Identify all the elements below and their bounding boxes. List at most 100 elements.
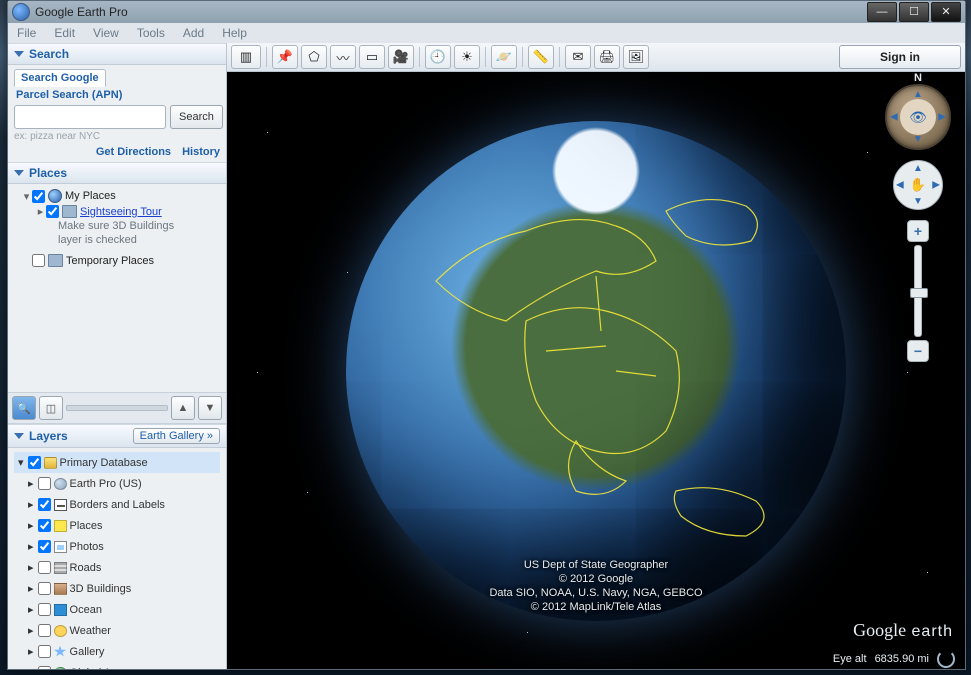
expand-icon[interactable]: ▸ xyxy=(28,624,34,637)
search-panel-header[interactable]: Search xyxy=(8,43,226,65)
title-bar[interactable]: Google Earth Pro — ☐ ✕ xyxy=(8,1,965,23)
history-link[interactable]: History xyxy=(182,146,220,158)
database-icon xyxy=(44,457,57,469)
get-directions-link[interactable]: Get Directions xyxy=(96,146,171,158)
pan-down-icon[interactable]: ▼ xyxy=(913,196,923,207)
look-up-icon[interactable]: ▲ xyxy=(913,89,923,100)
menu-edit[interactable]: Edit xyxy=(45,26,84,40)
status-bar: Eye alt 6835.90 mi xyxy=(227,649,965,669)
zoom-thumb[interactable] xyxy=(910,288,928,298)
layer-row[interactable]: ▸Borders and Labels xyxy=(14,494,220,515)
expand-icon[interactable]: ▸ xyxy=(28,498,34,511)
menu-file[interactable]: File xyxy=(8,26,45,40)
menu-tools[interactable]: Tools xyxy=(128,26,174,40)
layer-checkbox[interactable] xyxy=(38,561,51,574)
layer-primary-database[interactable]: ▾ Primary Database xyxy=(14,452,220,473)
tree-row-temporary[interactable]: Temporary Places xyxy=(14,253,220,268)
layer-row[interactable]: ▸Ocean xyxy=(14,599,220,620)
toggle-sidebar-button[interactable]: ▥ xyxy=(231,45,261,69)
layer-row[interactable]: ▸Earth Pro (US) xyxy=(14,473,220,494)
ruler-button[interactable]: 📏 xyxy=(528,45,554,69)
print-button[interactable]: 🖨 xyxy=(594,45,620,69)
layer-checkbox[interactable] xyxy=(38,645,51,658)
expand-icon[interactable]: ▾ xyxy=(22,190,31,203)
pan-control[interactable]: ▲ ▼ ◀ ▶ ✋ xyxy=(893,160,943,210)
sign-in-button[interactable]: Sign in xyxy=(839,45,961,69)
close-button[interactable]: ✕ xyxy=(931,2,961,22)
email-button[interactable]: ✉ xyxy=(565,45,591,69)
expand-icon[interactable]: ▸ xyxy=(36,205,45,218)
layer-checkbox[interactable] xyxy=(38,540,51,553)
look-right-icon[interactable]: ▶ xyxy=(938,112,946,123)
save-image-button[interactable]: 🖼 xyxy=(623,45,649,69)
layer-checkbox[interactable] xyxy=(38,498,51,511)
tab-search-google[interactable]: Search Google xyxy=(14,69,106,87)
checkbox-my-places[interactable] xyxy=(32,190,45,203)
look-down-icon[interactable]: ▼ xyxy=(913,134,923,145)
layer-row[interactable]: ▸3D Buildings xyxy=(14,578,220,599)
planet-button[interactable]: 🪐 xyxy=(491,45,517,69)
pan-left-icon[interactable]: ◀ xyxy=(896,180,904,191)
expand-icon[interactable]: ▸ xyxy=(28,582,34,595)
checkbox-sightseeing[interactable] xyxy=(46,205,59,218)
checkbox-primary[interactable] xyxy=(28,456,41,469)
expand-icon[interactable]: ▸ xyxy=(28,645,34,658)
expand-icon[interactable]: ▸ xyxy=(28,477,34,490)
find-button[interactable]: 🔍 xyxy=(12,396,36,420)
earth-gallery-button[interactable]: Earth Gallery » xyxy=(133,428,220,444)
layer-checkbox[interactable] xyxy=(38,582,51,595)
places-panel: ▾ My Places ▸ Sightseeing Tour Make sure… xyxy=(8,184,226,272)
menu-help[interactable]: Help xyxy=(213,26,256,40)
expand-icon[interactable]: ▸ xyxy=(28,666,34,669)
map-canvas[interactable]: US Dept of State Geographer © 2012 Googl… xyxy=(227,72,965,669)
compass-control[interactable]: N ▲ ▼ ◀ ▶ 👁 xyxy=(885,84,951,150)
layer-checkbox[interactable] xyxy=(38,666,51,669)
record-tour-button[interactable]: 🎥 xyxy=(388,45,414,69)
add-image-overlay-button[interactable]: ▭ xyxy=(359,45,385,69)
layer-row[interactable]: ▸Gallery xyxy=(14,641,220,662)
layer-checkbox[interactable] xyxy=(38,624,51,637)
layer-row[interactable]: ▸Global Awareness xyxy=(14,662,220,669)
historical-imagery-button[interactable]: 🕘 xyxy=(425,45,451,69)
checkbox-temporary[interactable] xyxy=(32,254,45,267)
expand-icon[interactable]: ▸ xyxy=(28,519,34,532)
tree-row-my-places[interactable]: ▾ My Places xyxy=(14,188,220,204)
layer-row[interactable]: ▸Weather xyxy=(14,620,220,641)
layer-checkbox[interactable] xyxy=(38,519,51,532)
zoom-control: + − xyxy=(907,220,929,362)
tree-row-sightseeing[interactable]: ▸ Sightseeing Tour xyxy=(14,204,220,219)
zoom-in-button[interactable]: + xyxy=(907,220,929,242)
down-button[interactable]: ▼ xyxy=(198,396,222,420)
look-left-icon[interactable]: ◀ xyxy=(890,112,898,123)
zoom-out-button[interactable]: − xyxy=(907,340,929,362)
expand-icon[interactable]: ▸ xyxy=(28,540,34,553)
expand-icon[interactable]: ▾ xyxy=(18,456,24,469)
layers-panel-header[interactable]: Layers Earth Gallery » xyxy=(8,424,226,448)
sunlight-button[interactable]: ☀ xyxy=(454,45,480,69)
layer-checkbox[interactable] xyxy=(38,477,51,490)
minimize-button[interactable]: — xyxy=(867,2,897,22)
zoom-slider[interactable] xyxy=(914,245,922,337)
split-button[interactable]: ◫ xyxy=(39,396,63,420)
search-input[interactable] xyxy=(14,105,166,129)
maximize-button[interactable]: ☐ xyxy=(899,2,929,22)
expand-icon[interactable]: ▸ xyxy=(28,561,34,574)
search-button[interactable]: Search xyxy=(170,105,223,129)
pan-right-icon[interactable]: ▶ xyxy=(932,180,940,191)
layer-row[interactable]: ▸Photos xyxy=(14,536,220,557)
layer-checkbox[interactable] xyxy=(38,603,51,616)
layer-row[interactable]: ▸Places xyxy=(14,515,220,536)
layer-row[interactable]: ▸Roads xyxy=(14,557,220,578)
sightseeing-link[interactable]: Sightseeing Tour xyxy=(80,206,162,218)
pan-up-icon[interactable]: ▲ xyxy=(913,163,923,174)
menu-add[interactable]: Add xyxy=(174,26,213,40)
menu-view[interactable]: View xyxy=(84,26,128,40)
add-placemark-button[interactable]: 📌 xyxy=(272,45,298,69)
add-polygon-button[interactable]: ⬠ xyxy=(301,45,327,69)
places-panel-header[interactable]: Places xyxy=(8,162,226,184)
up-button[interactable]: ▲ xyxy=(171,396,195,420)
expand-icon[interactable]: ▸ xyxy=(28,603,34,616)
add-path-button[interactable]: 〰 xyxy=(330,45,356,69)
opacity-slider[interactable] xyxy=(66,396,168,420)
tab-parcel-search[interactable]: Parcel Search (APN) xyxy=(16,89,220,101)
